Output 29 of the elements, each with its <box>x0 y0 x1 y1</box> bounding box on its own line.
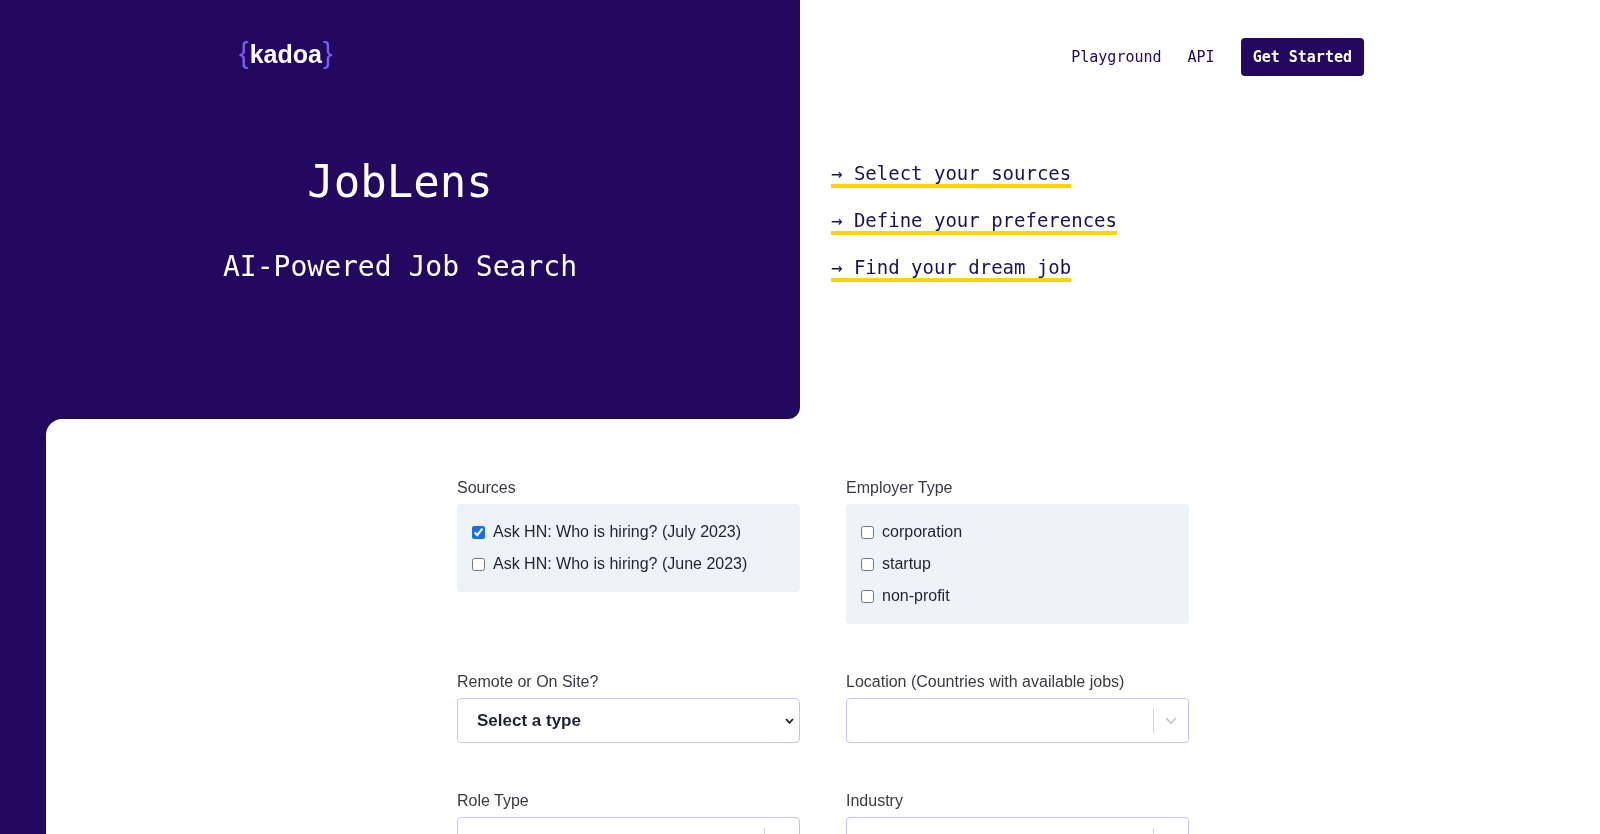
checkbox-label[interactable]: non-profit <box>882 587 950 605</box>
combobox-field[interactable] <box>846 698 1189 743</box>
step-heading: → Find your dream job <box>831 255 1072 280</box>
chevron-icon <box>1165 717 1177 724</box>
chevron-icon <box>785 717 794 724</box>
hero-title: JobLens <box>307 156 493 208</box>
field-label: Employer Type <box>846 478 953 498</box>
cta-button[interactable]: Get Started <box>1240 38 1364 76</box>
checkbox-label[interactable]: corporation <box>882 523 963 541</box>
checkbox[interactable] <box>861 589 874 603</box>
checkbox[interactable] <box>472 557 485 571</box>
nav-link[interactable]: API <box>1174 48 1228 66</box>
hero-subtitle: AI-Powered Job Search <box>223 250 577 284</box>
checkbox[interactable] <box>472 525 485 539</box>
select-field[interactable]: Select a type <box>457 698 800 743</box>
checkbox[interactable] <box>861 525 874 539</box>
nav-link[interactable]: Playground <box>1058 48 1175 66</box>
field-label: Sources <box>457 478 516 498</box>
field-label: Location (Countries with available jobs) <box>846 672 1125 692</box>
logo[interactable]: {kadoa} <box>238 38 334 69</box>
step-heading: → Select your sources <box>831 161 1072 186</box>
step-heading: → Define your preferences <box>831 208 1117 233</box>
checkbox-label[interactable]: startup <box>882 555 931 573</box>
checkbox-label[interactable]: Ask HN: Who is hiring? (June 2023) <box>493 555 748 573</box>
field-label: Role Type <box>457 791 529 811</box>
field-label: Industry <box>846 791 903 811</box>
field-label: Remote or On Site? <box>457 672 599 692</box>
checkbox[interactable] <box>861 557 874 571</box>
checkbox-label[interactable]: Ask HN: Who is hiring? (July 2023) <box>493 523 742 541</box>
